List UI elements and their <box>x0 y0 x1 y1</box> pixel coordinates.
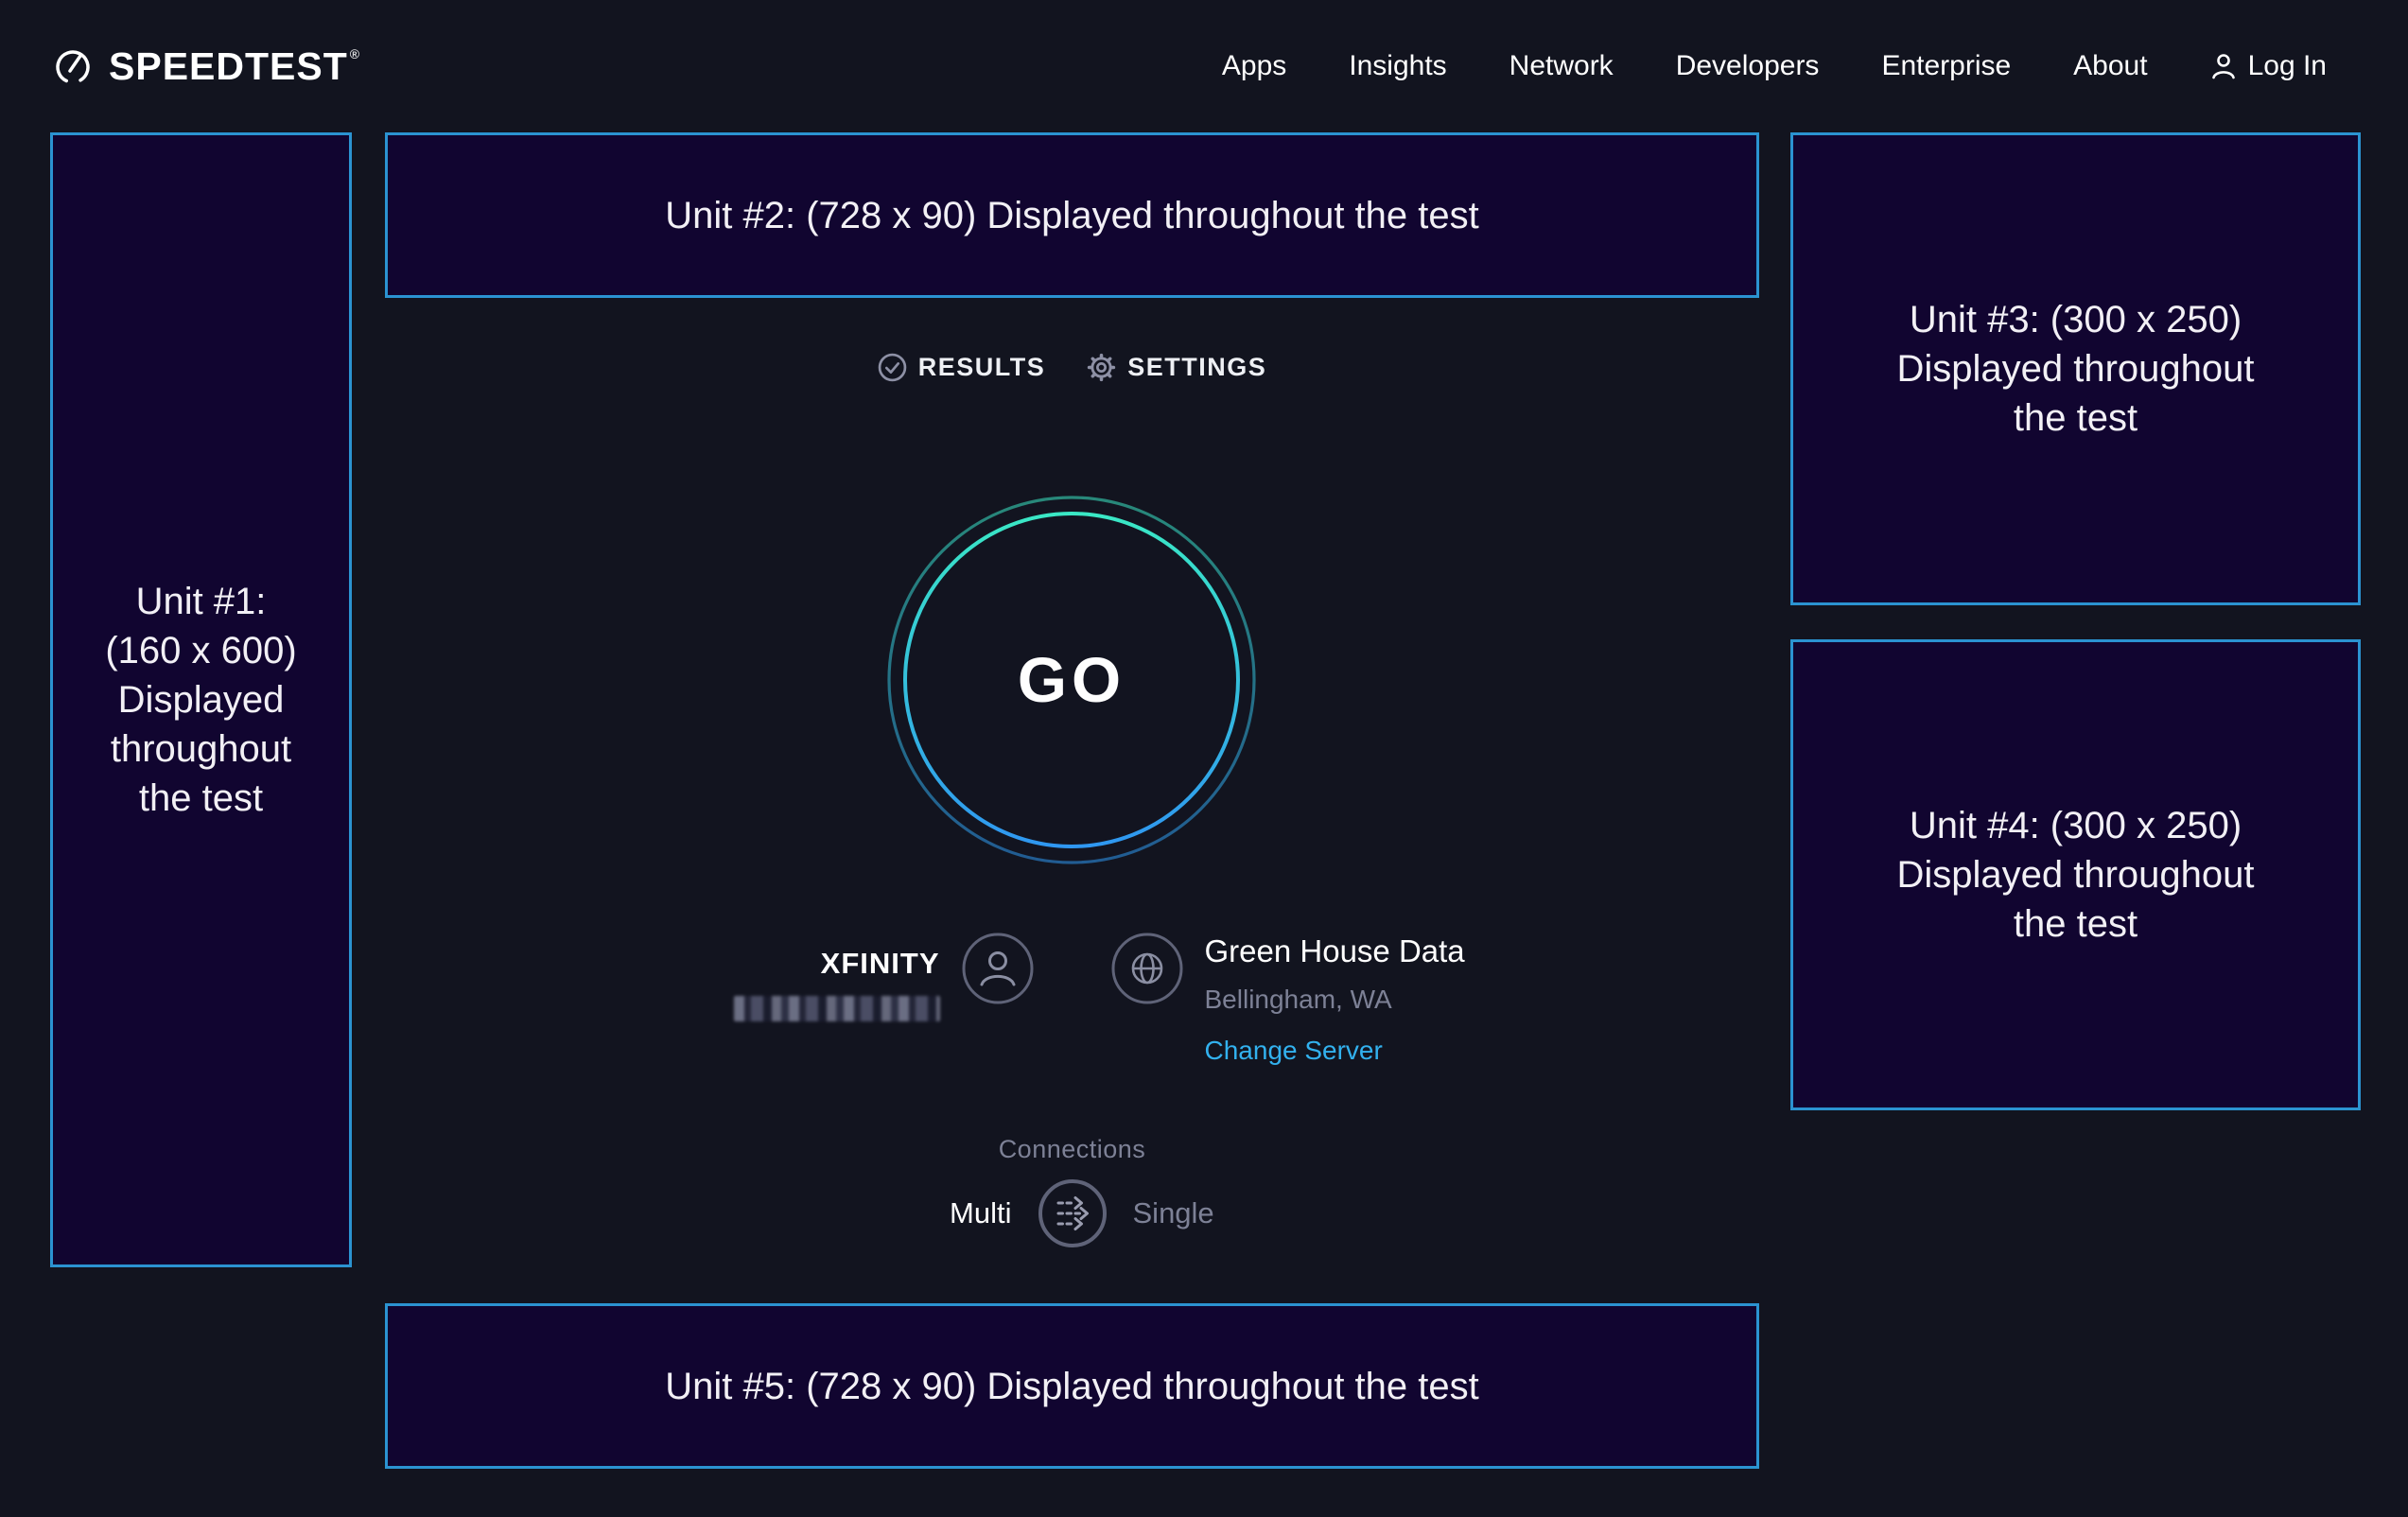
isp-user-circle-icon <box>961 932 1035 1005</box>
main-nav: Apps Insights Network Developers Enterpr… <box>1222 0 2327 132</box>
server-section: Green House Data Bellingham, WA Change S… <box>1073 932 1760 1066</box>
nav-item-insights[interactable]: Insights <box>1349 50 1446 82</box>
ad-unit-4-rectangle: Unit #4: (300 x 250) Displayed throughou… <box>1790 639 2361 1110</box>
ad-unit-1-text: Unit #1: (160 x 600) Displayed throughou… <box>105 577 296 823</box>
nav-item-enterprise[interactable]: Enterprise <box>1881 50 2011 82</box>
tab-settings[interactable]: SETTINGS <box>1087 353 1266 382</box>
top-nav-bar: SPEEDTEST® Apps Insights Network Develop… <box>0 0 2408 132</box>
logo-trademark: ® <box>350 46 360 61</box>
login-button[interactable]: Log In <box>2210 50 2327 82</box>
isp-section: XFINITY <box>385 932 1073 1066</box>
server-location: Bellingham, WA <box>1205 985 1465 1015</box>
connections-toggle-row: Multi Single <box>385 1177 1759 1249</box>
server-name: Green House Data <box>1205 933 1465 969</box>
change-server-link[interactable]: Change Server <box>1205 1036 1465 1066</box>
logo-text: SPEEDTEST® <box>109 44 360 89</box>
speedtest-page: { "header": { "logo_text": "SPEEDTEST", … <box>0 0 2408 1517</box>
ad-unit-2-text: Unit #2: (728 x 90) Displayed throughout… <box>665 191 1479 240</box>
ad-unit-2-leaderboard: Unit #2: (728 x 90) Displayed throughout… <box>385 132 1759 298</box>
isp-name: XFINITY <box>821 947 940 981</box>
nav-item-developers[interactable]: Developers <box>1676 50 1820 82</box>
ad-unit-5-text: Unit #5: (728 x 90) Displayed throughout… <box>665 1362 1479 1411</box>
tab-results-label: RESULTS <box>918 353 1046 382</box>
ad-unit-3-text: Unit #3: (300 x 250) Displayed throughou… <box>1896 295 2254 443</box>
user-icon <box>2210 51 2237 81</box>
connections-single-option[interactable]: Single <box>1133 1196 1214 1230</box>
ad-unit-3-rectangle: Unit #3: (300 x 250) Displayed throughou… <box>1790 132 2361 605</box>
tab-results[interactable]: RESULTS <box>878 353 1046 382</box>
tabs-row: RESULTS SETTINGS <box>385 342 1759 392</box>
ad-unit-1-skyscraper: Unit #1: (160 x 600) Displayed throughou… <box>50 132 352 1267</box>
speedtest-logo[interactable]: SPEEDTEST® <box>51 0 360 132</box>
nav-item-about[interactable]: About <box>2073 50 2147 82</box>
tab-settings-label: SETTINGS <box>1127 353 1266 382</box>
nav-item-apps[interactable]: Apps <box>1222 50 1286 82</box>
ip-address-redacted <box>734 996 940 1021</box>
ad-unit-5-leaderboard: Unit #5: (728 x 90) Displayed throughout… <box>385 1303 1759 1469</box>
go-button[interactable]: GO <box>886 495 1257 865</box>
speedometer-gauge-icon <box>51 44 95 88</box>
connections-multi-option[interactable]: Multi <box>950 1196 1011 1230</box>
connections-title: Connections <box>385 1135 1759 1164</box>
connections-toggle-icon[interactable] <box>1037 1177 1108 1249</box>
go-button-label: GO <box>886 495 1257 865</box>
ad-unit-4-text: Unit #4: (300 x 250) Displayed throughou… <box>1896 801 2254 949</box>
globe-circle-icon <box>1110 932 1184 1005</box>
check-circle-icon <box>878 353 907 382</box>
gear-icon <box>1087 353 1116 382</box>
nav-item-network[interactable]: Network <box>1509 50 1614 82</box>
connection-info-row: XFINITY Green House Data Bellingham, WA … <box>385 932 1759 1066</box>
login-label: Log In <box>2248 50 2327 82</box>
